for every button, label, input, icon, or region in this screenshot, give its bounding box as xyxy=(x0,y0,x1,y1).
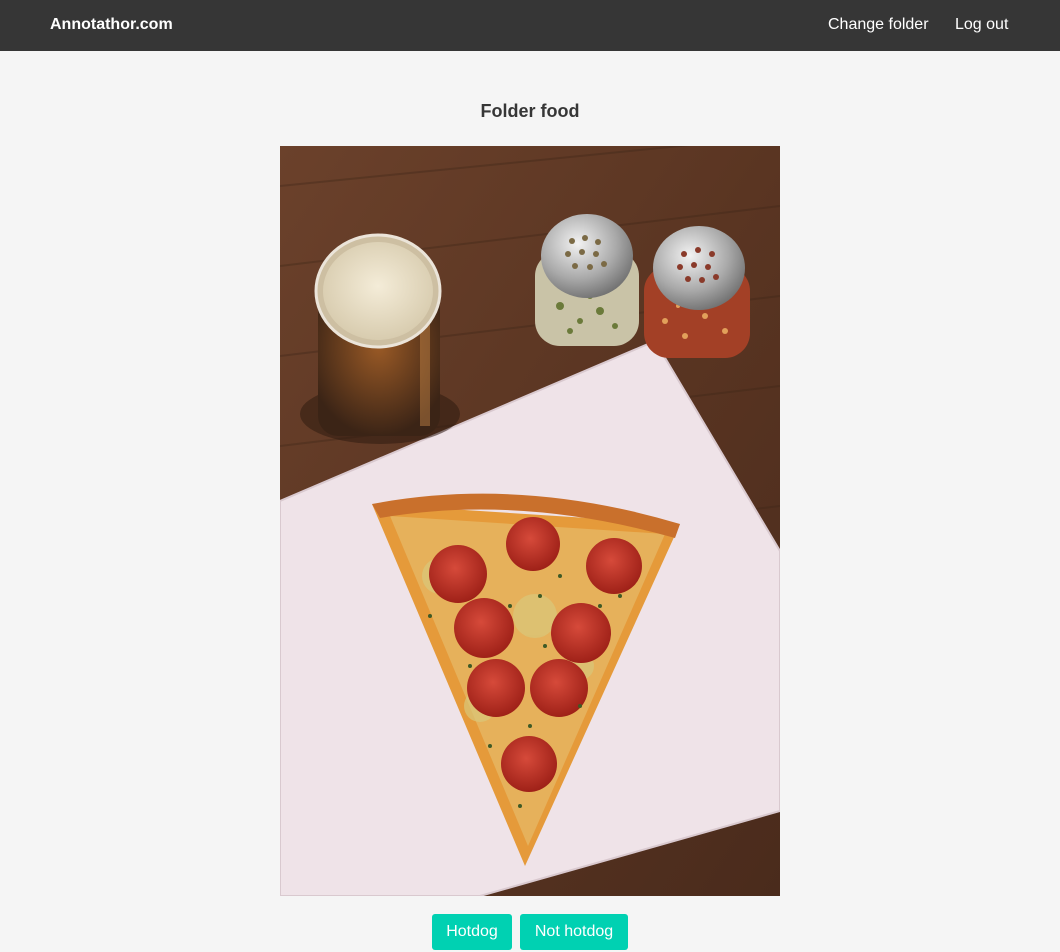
brand-logo[interactable]: Annotathor.com xyxy=(50,15,173,35)
annotation-image xyxy=(280,146,780,896)
change-folder-link[interactable]: Change folder xyxy=(828,15,929,35)
not-hotdog-button[interactable]: Not hotdog xyxy=(520,914,628,950)
top-navbar: Annotathor.com Change folder Log out xyxy=(0,0,1060,51)
hotdog-button[interactable]: Hotdog xyxy=(432,914,512,950)
page-title: Folder food xyxy=(480,101,580,121)
logout-link[interactable]: Log out xyxy=(955,15,1008,35)
